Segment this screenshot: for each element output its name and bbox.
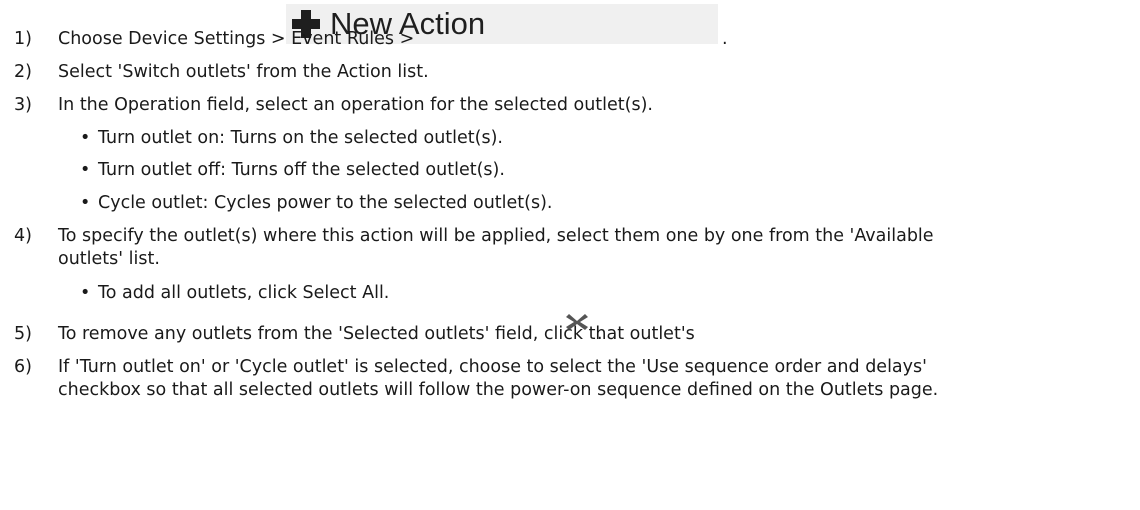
step-number: 4) xyxy=(14,226,32,246)
document-page: New Action 1) Choose Device Settings > E… xyxy=(0,0,1140,510)
step-text: In the Operation field, select an operat… xyxy=(58,95,653,115)
bullet-text: To add all outlets, click Select All. xyxy=(98,283,390,303)
step-text-line-2: outlets' list. xyxy=(58,249,160,269)
step-text: Select 'Switch outlets' from the Action … xyxy=(58,62,429,82)
close-x-icon xyxy=(566,314,588,330)
bullet-text: Turn outlet on: Turns on the selected ou… xyxy=(98,128,503,148)
step-text: Choose Device Settings > Event Rules > xyxy=(58,29,415,49)
step-1: 1) Choose Device Settings > Event Rules … xyxy=(0,29,1140,49)
step-4: 4) To specify the outlet(s) where this a… xyxy=(0,226,1140,246)
step-text-line-1: If 'Turn outlet on' or 'Cycle outlet' is… xyxy=(58,357,927,377)
step-text-line-2: checkbox so that all selected outlets wi… xyxy=(58,380,939,400)
step-number: 6) xyxy=(14,357,32,377)
bullet-text: Cycle outlet: Cycles power to the select… xyxy=(98,193,553,213)
step-1-period: . xyxy=(722,29,728,49)
step-6: 6) If 'Turn outlet on' or 'Cycle outlet'… xyxy=(0,357,1140,377)
bullet-text: Turn outlet off: Turns off the selected … xyxy=(98,160,505,180)
step-number: 2) xyxy=(14,62,32,82)
step-2: 2) Select 'Switch outlets' from the Acti… xyxy=(0,62,1140,82)
step-number: 1) xyxy=(14,29,32,49)
bullet-dot: • xyxy=(80,128,91,148)
step-text-line-1: To specify the outlet(s) where this acti… xyxy=(58,226,934,246)
bullet-dot: • xyxy=(80,193,91,213)
step-5-period: . xyxy=(597,324,603,344)
step-number: 5) xyxy=(14,324,32,344)
bullet-dot: • xyxy=(80,160,91,180)
bullet-dot: • xyxy=(80,283,91,303)
step-3: 3) In the Operation field, select an ope… xyxy=(0,95,1140,115)
step-number: 3) xyxy=(14,95,32,115)
